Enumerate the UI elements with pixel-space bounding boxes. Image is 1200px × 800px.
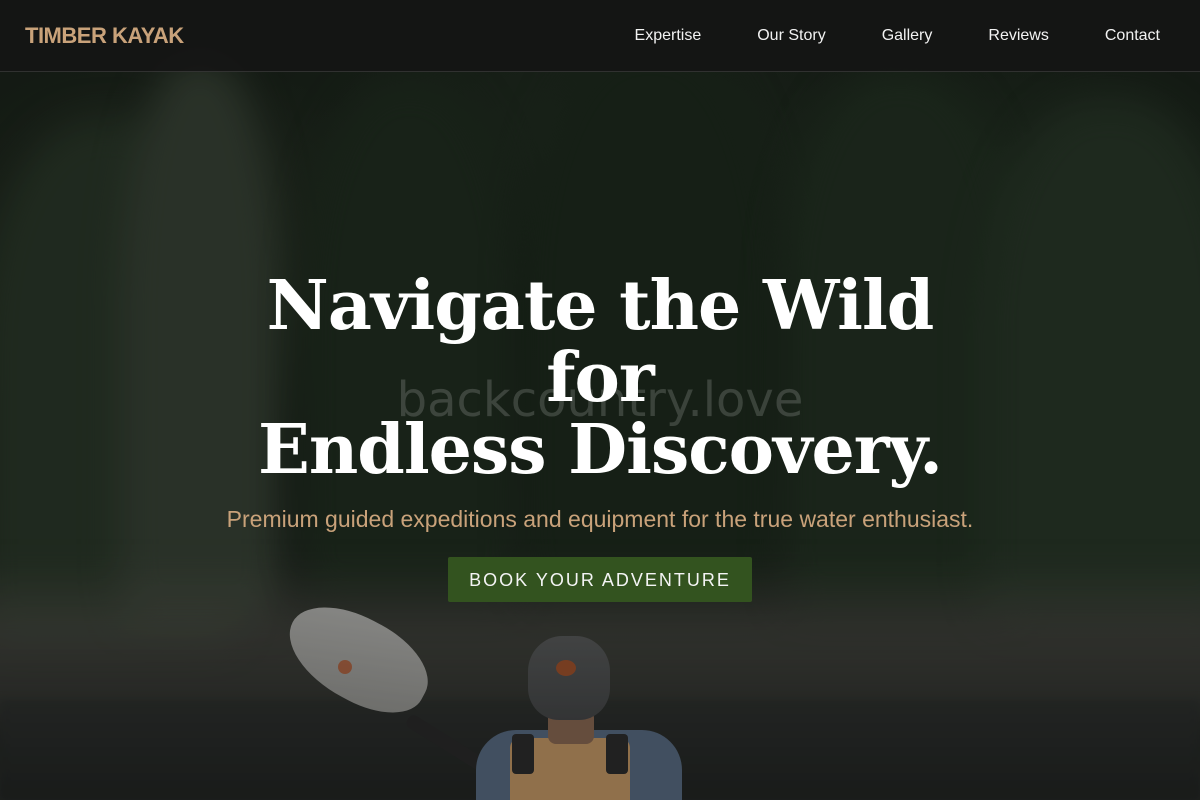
brand-logo[interactable]: TIMBER KAYAK (25, 23, 184, 49)
hero-title: Navigate the Wild for Endless Discovery. (220, 270, 980, 486)
top-navbar: TIMBER KAYAK Expertise Our Story Gallery… (0, 0, 1200, 72)
landing-page: TIMBER KAYAK Expertise Our Story Gallery… (0, 0, 1200, 800)
nav-link-reviews[interactable]: Reviews (988, 27, 1048, 45)
hero-subtitle: Premium guided expeditions and equipment… (226, 506, 974, 532)
hero-title-line-1: Navigate the Wild for (266, 266, 935, 418)
nav-link-our-story[interactable]: Our Story (757, 27, 825, 45)
nav-link-expertise[interactable]: Expertise (635, 27, 702, 45)
hero-section: Navigate the Wild for Endless Discovery.… (0, 270, 1200, 602)
nav-link-contact[interactable]: Contact (1105, 27, 1160, 45)
hero-title-line-2: Endless Discovery. (258, 410, 943, 490)
nav-link-gallery[interactable]: Gallery (882, 27, 933, 45)
nav-links: Expertise Our Story Gallery Reviews Cont… (635, 27, 1160, 45)
book-adventure-button[interactable]: BOOK YOUR ADVENTURE (448, 557, 752, 602)
